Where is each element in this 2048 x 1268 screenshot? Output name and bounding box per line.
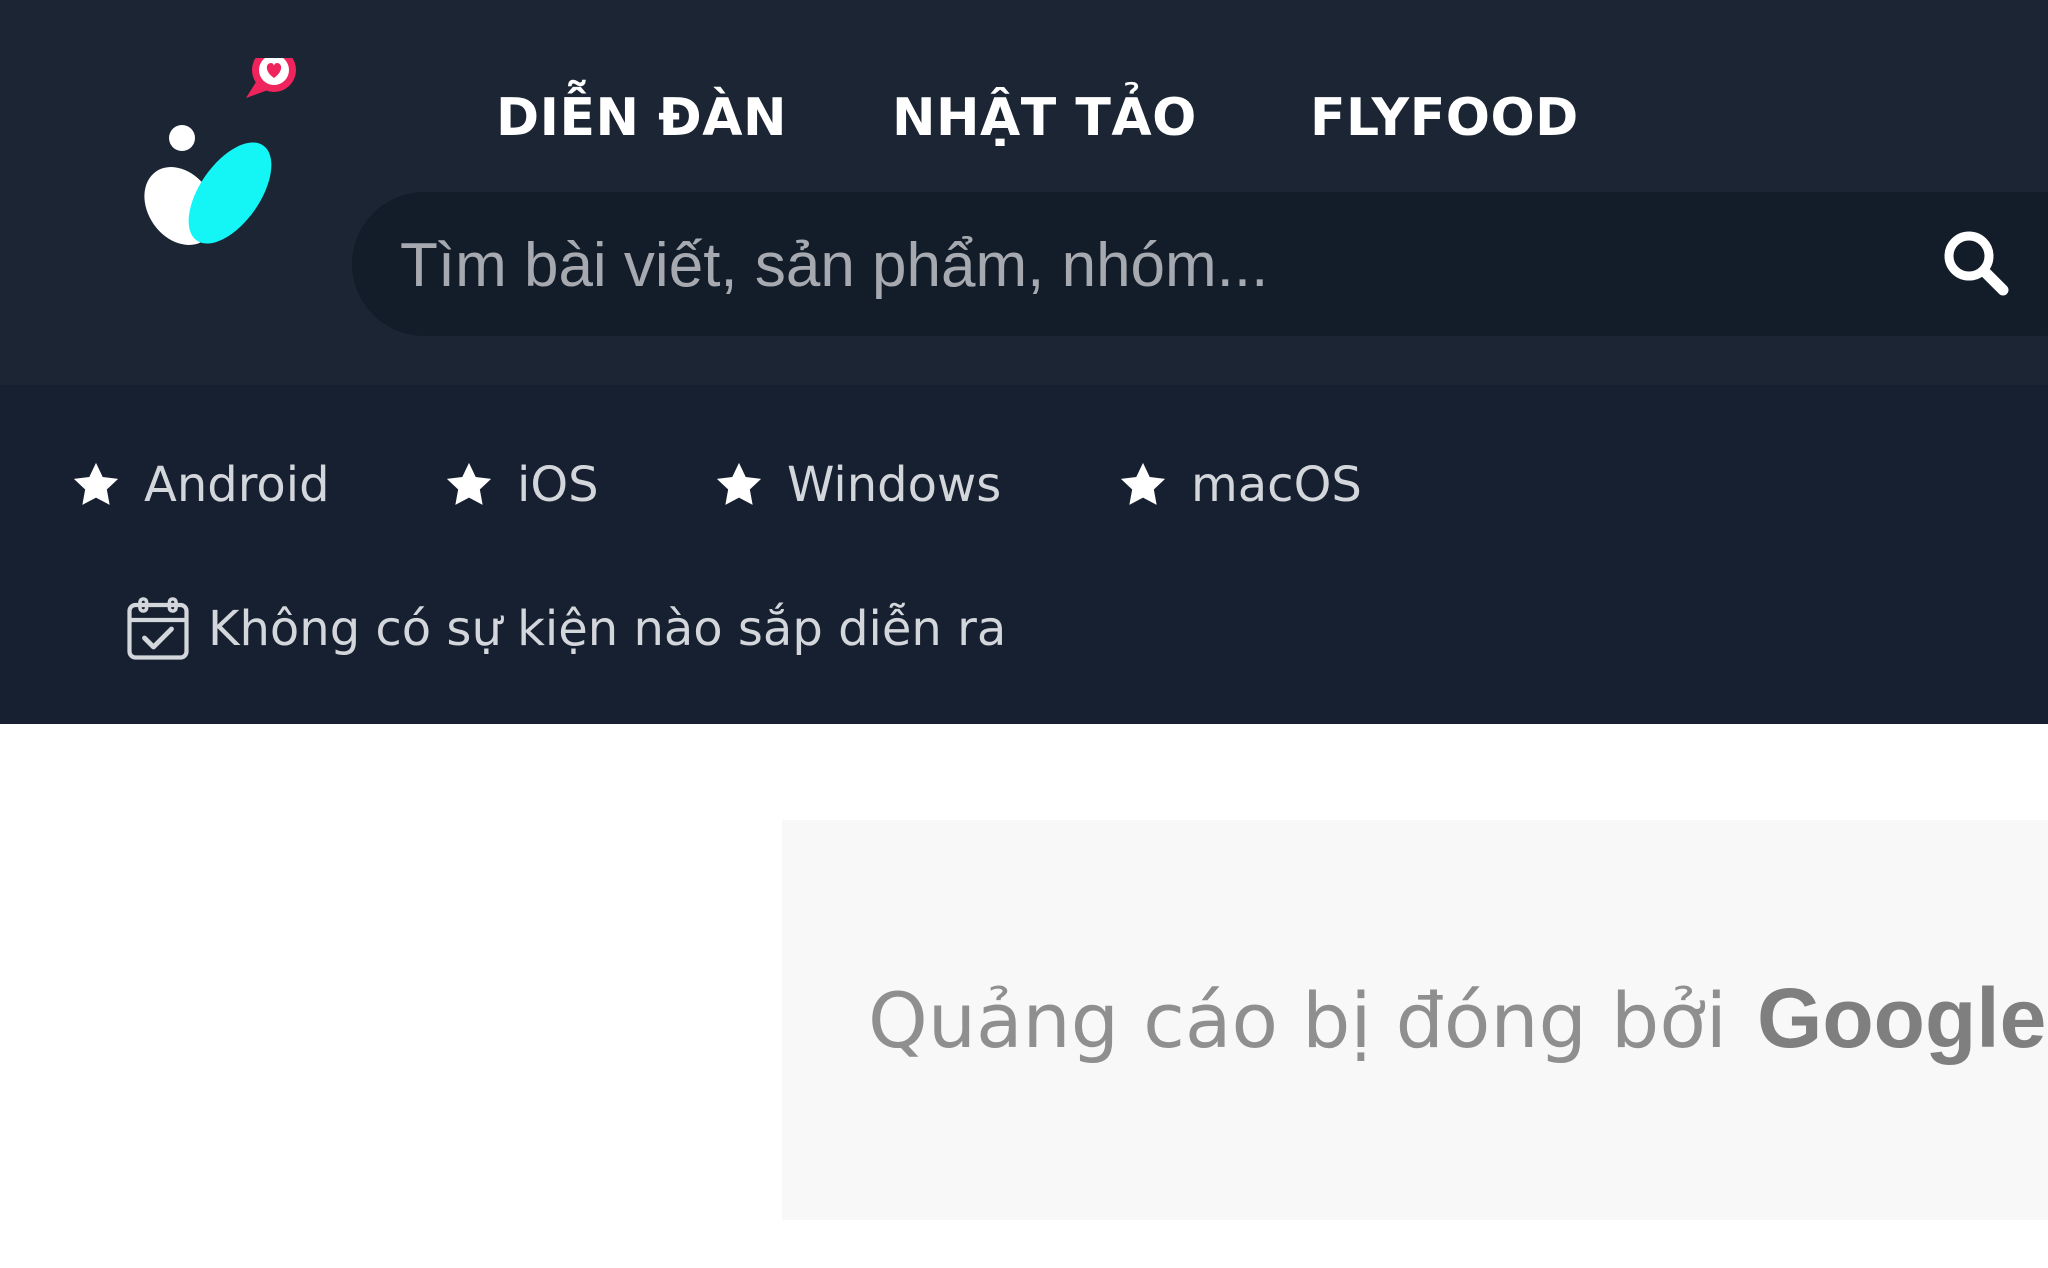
star-icon (73, 462, 119, 505)
ad-closed-text: Quảng cáo bị đóng bởi (868, 976, 1727, 1065)
platform-label: Windows (787, 457, 1002, 513)
sub-header: Android iOS Windows macOS Không có sự ki… (0, 385, 2048, 724)
platform-android[interactable]: Android (70, 455, 330, 515)
nav-nhat-tao[interactable]: NHẬT TẢO (892, 88, 1197, 148)
ad-closed-message: Quảng cáo bị đóng bởi Google (868, 970, 2046, 1067)
platform-macos[interactable]: macOS (1117, 455, 1362, 515)
top-header: DIỄN ĐÀN NHẬT TẢO FLYFOOD (0, 0, 2048, 385)
site-logo[interactable] (110, 48, 340, 288)
search-input[interactable] (398, 220, 1902, 310)
platform-label: iOS (517, 457, 599, 513)
event-status-text: Không có sự kiện nào sắp diễn ra (208, 601, 1007, 657)
search-bar (352, 192, 2048, 336)
star-icon (1120, 462, 1166, 505)
platform-ios[interactable]: iOS (443, 455, 599, 515)
calendar-check-icon (127, 597, 189, 660)
google-brand: Google (1757, 971, 2047, 1065)
platform-label: Android (144, 457, 330, 513)
platform-windows[interactable]: Windows (713, 455, 1001, 515)
star-icon (716, 462, 762, 505)
upcoming-events[interactable]: Không có sự kiện nào sắp diễn ra (122, 593, 1006, 665)
ad-closed-panel: Quảng cáo bị đóng bởi Google (782, 820, 2048, 1220)
logo-icon (144, 48, 296, 245)
nav-flyfood[interactable]: FLYFOOD (1310, 88, 1579, 148)
nav-forum[interactable]: DIỄN ĐÀN (496, 88, 787, 148)
search-icon (1944, 231, 2009, 296)
platform-label: macOS (1191, 457, 1362, 513)
star-icon (446, 462, 492, 505)
search-button[interactable] (1937, 224, 2017, 304)
